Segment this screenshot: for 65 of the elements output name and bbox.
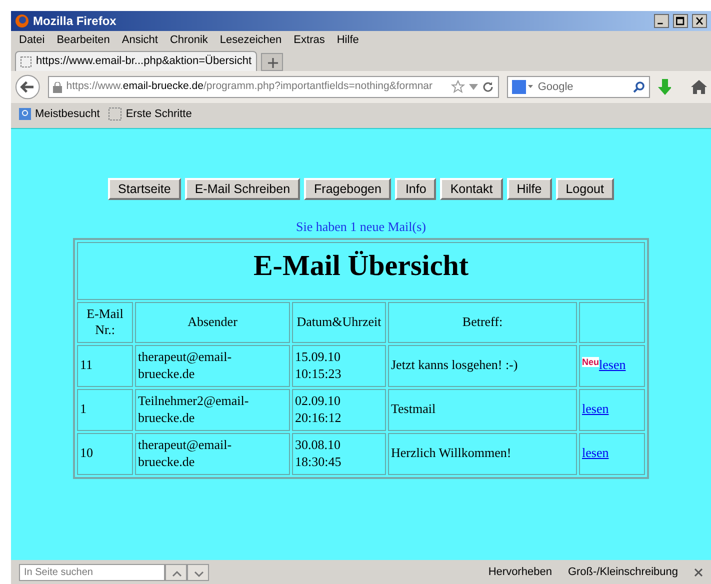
search-engine-icon[interactable] — [512, 80, 534, 94]
bookmark-icon — [19, 108, 31, 120]
nav-button[interactable]: Hilfe — [506, 178, 552, 200]
url-text: https://www.email-bruecke.de/programm.php?importantfields=nothing&formnar — [66, 79, 434, 94]
nav-button[interactable]: Info — [395, 178, 436, 200]
menu-item[interactable]: Lesezeichen — [220, 32, 282, 48]
lock-icon — [53, 82, 62, 92]
table-cell: Jetzt kanns losgehen! :-) — [388, 344, 577, 386]
search-icon[interactable] — [632, 81, 645, 93]
read-link[interactable]: lesen — [582, 445, 609, 460]
home-icon[interactable] — [691, 80, 707, 94]
table-cell: 1 — [77, 388, 133, 430]
menu-item[interactable]: Hilfe — [336, 32, 359, 48]
table-cell: Testmail — [388, 388, 577, 430]
star-icon[interactable] — [450, 80, 465, 94]
maximize-icon[interactable] — [673, 14, 688, 28]
new-badge: Neu — [582, 357, 600, 368]
table-cell: 10 — [77, 432, 133, 474]
browser-tab[interactable]: https://www.email-br...php&aktion=Übersicht — [15, 51, 257, 71]
table-cell: Herzlich Willkommen! — [388, 432, 577, 474]
new-mail-notice: Sie haben 1 neue Mail(s) — [296, 218, 426, 236]
menu-item[interactable]: Extras — [294, 32, 325, 48]
minimize-icon[interactable] — [654, 14, 669, 28]
bookmark-link[interactable]: Erste Schritte — [126, 106, 192, 122]
table-title: E-Mail Übersicht — [253, 250, 469, 282]
column-header: Betreff: — [388, 302, 577, 342]
close-icon[interactable] — [692, 14, 707, 28]
find-option[interactable]: Groß-/Kleinschreibung — [568, 564, 678, 580]
table-cell: 02.09.10 20:16:12 — [292, 388, 386, 430]
nav-button[interactable]: Kontakt — [440, 178, 503, 200]
menu-item[interactable]: Bearbeiten — [56, 32, 110, 48]
reload-icon[interactable] — [482, 81, 494, 93]
read-link[interactable]: lesen — [582, 401, 609, 416]
bookmark-link[interactable]: Meistbesucht — [35, 106, 100, 122]
nav-button[interactable]: Fragebogen — [304, 178, 392, 200]
nav-button[interactable]: E-Mail Schreiben — [184, 178, 300, 200]
table-cell: therapeut@email-bruecke.de — [135, 432, 290, 474]
menu-item[interactable]: Datei — [19, 32, 45, 48]
nav-button[interactable]: Logout — [556, 178, 614, 200]
find-field[interactable]: In Seite suchen — [19, 564, 165, 580]
menu-item[interactable]: Ansicht — [122, 32, 158, 48]
back-icon[interactable] — [15, 74, 40, 100]
window-title: Mozilla Firefox — [33, 13, 118, 30]
new-tab-icon[interactable] — [260, 53, 283, 71]
table-cell: 30.08.10 18:30:45 — [292, 432, 386, 474]
table-cell: Teilnehmer2@email-bruecke.de — [135, 388, 290, 430]
column-header: Absender — [135, 302, 290, 342]
search-input[interactable]: Google — [538, 78, 629, 96]
dropdown-icon[interactable] — [468, 84, 478, 90]
table-cell: 15.09.10 10:15:23 — [292, 344, 386, 386]
menu-item[interactable]: Chronik — [170, 32, 208, 48]
nav-button[interactable]: Startseite — [108, 178, 181, 200]
column-header: Datum&Uhrzeit — [292, 302, 386, 342]
read-link[interactable]: lesen — [599, 357, 626, 372]
table-cell: 11 — [77, 344, 133, 386]
up-icon[interactable] — [165, 564, 187, 580]
browser-logo-icon — [15, 14, 29, 28]
down-icon[interactable] — [187, 564, 209, 580]
address-bar[interactable]: https://www.email-bruecke.de/programm.php?importantfields=nothing&formnar — [48, 76, 499, 98]
page-icon — [108, 107, 122, 121]
table-cell: therapeut@email-bruecke.de — [135, 344, 290, 386]
page-icon — [20, 56, 32, 68]
column-header: E-Mail Nr.: — [77, 302, 133, 342]
search-field[interactable]: Google — [506, 76, 650, 98]
find-option[interactable]: Hervorheben — [488, 564, 552, 580]
